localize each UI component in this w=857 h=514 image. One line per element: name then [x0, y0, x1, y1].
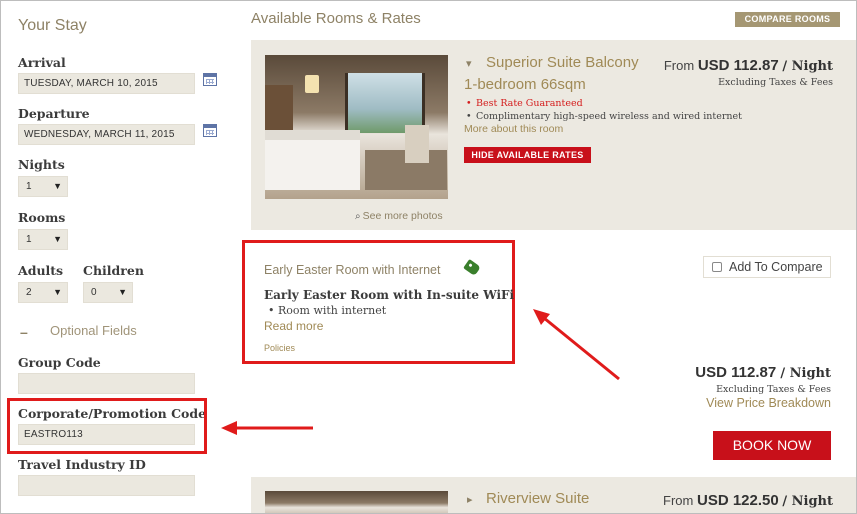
- per-night: / Night: [782, 59, 833, 74]
- rate-price-value: USD 112.87: [695, 364, 777, 381]
- chevron-right-icon[interactable]: ▸: [467, 493, 473, 506]
- room-photo[interactable]: [265, 491, 448, 513]
- rate-price: USD 112.87 / Night: [695, 364, 831, 381]
- page-title: Available Rooms & Rates: [251, 10, 421, 27]
- chevron-down-icon[interactable]: ▾: [466, 57, 472, 70]
- price-breakdown-link[interactable]: View Price Breakdown: [706, 396, 831, 410]
- travel-id-label: Travel Industry ID: [18, 457, 146, 472]
- dropdown-arrow-icon: ▼: [53, 181, 62, 191]
- children-select[interactable]: 0 ▼: [83, 282, 133, 303]
- dropdown-arrow-icon: ▼: [118, 287, 127, 297]
- departure-label: Departure: [18, 106, 90, 121]
- room-subtitle: 1-bedroom 66sqm: [464, 76, 586, 93]
- children-value: 0: [91, 287, 97, 298]
- dropdown-arrow-icon: ▼: [53, 287, 62, 297]
- compare-rooms-button[interactable]: COMPARE ROOMS: [735, 12, 840, 27]
- arrival-label: Arrival: [18, 55, 66, 70]
- room-feature: Complimentary high-speed wireless and wi…: [464, 110, 742, 123]
- rate-excl-taxes: Excluding Taxes & Fees: [716, 384, 831, 395]
- per-night: / Night: [782, 494, 833, 509]
- room-photo[interactable]: [265, 55, 448, 199]
- dropdown-arrow-icon: ▼: [53, 234, 62, 244]
- rooms-label: Rooms: [18, 210, 66, 225]
- rate-feature: • Room with internet: [268, 304, 387, 317]
- departure-calendar-icon[interactable]: [203, 124, 217, 137]
- room2-price: From USD 122.50 / Night: [663, 492, 833, 509]
- rate-name: Early Easter Room with In-suite WiFi: [264, 288, 515, 302]
- adults-label: Adults: [18, 263, 64, 278]
- departure-date-field[interactable]: WEDNESDAY, MARCH 11, 2015: [18, 124, 195, 145]
- collapse-minus-icon[interactable]: –: [20, 324, 28, 340]
- price-value: USD 122.50: [697, 492, 779, 509]
- arrival-calendar-icon[interactable]: [203, 73, 217, 86]
- adults-select[interactable]: 2 ▼: [18, 282, 68, 303]
- add-to-compare[interactable]: Add To Compare: [703, 256, 831, 278]
- room-name[interactable]: Superior Suite Balcony: [486, 54, 639, 71]
- rate-title: Early Easter Room with Internet: [264, 263, 441, 277]
- sidebar-title: Your Stay: [18, 17, 87, 34]
- see-more-photos-link[interactable]: ⌕ See more photos: [355, 210, 443, 222]
- read-more-link[interactable]: Read more: [264, 319, 323, 333]
- optional-fields-toggle[interactable]: Optional Fields: [50, 323, 137, 338]
- excl-taxes: Excluding Taxes & Fees: [718, 77, 833, 88]
- group-code-label: Group Code: [18, 355, 101, 370]
- nights-select[interactable]: 1 ▼: [18, 176, 68, 197]
- hide-rates-button[interactable]: HIDE AVAILABLE RATES: [464, 147, 591, 163]
- price-value: USD 112.87: [697, 57, 779, 74]
- nights-value: 1: [26, 181, 32, 192]
- compare-checkbox[interactable]: [712, 262, 722, 272]
- rate-per-night: / Night: [780, 366, 831, 381]
- rooms-value: 1: [26, 234, 32, 245]
- magnifier-icon: ⌕: [355, 211, 361, 222]
- arrival-date-field[interactable]: TUESDAY, MARCH 10, 2015: [18, 73, 195, 94]
- nights-label: Nights: [18, 157, 65, 172]
- corporate-code-highlight: [7, 398, 207, 454]
- children-label: Children: [83, 263, 144, 278]
- best-rate-badge: Best Rate Guaranteed: [464, 97, 742, 110]
- group-code-input[interactable]: [18, 373, 195, 394]
- rooms-select[interactable]: 1 ▼: [18, 229, 68, 250]
- more-about-room-link[interactable]: More about this room: [464, 123, 563, 135]
- from-label: From: [663, 493, 694, 508]
- adults-value: 2: [26, 287, 32, 298]
- travel-id-input[interactable]: [18, 475, 195, 496]
- room-price: From USD 112.87 / Night: [664, 57, 833, 74]
- page-frame: Your Stay Arrival TUESDAY, MARCH 10, 201…: [0, 0, 857, 514]
- from-label: From: [663, 58, 695, 73]
- policies-link[interactable]: Policies: [264, 343, 295, 353]
- room-name[interactable]: Riverview Suite: [486, 490, 589, 507]
- book-now-button[interactable]: BOOK NOW: [713, 431, 831, 460]
- room-features: Best Rate Guaranteed Complimentary high-…: [464, 97, 742, 123]
- add-compare-label: Add To Compare: [729, 260, 823, 274]
